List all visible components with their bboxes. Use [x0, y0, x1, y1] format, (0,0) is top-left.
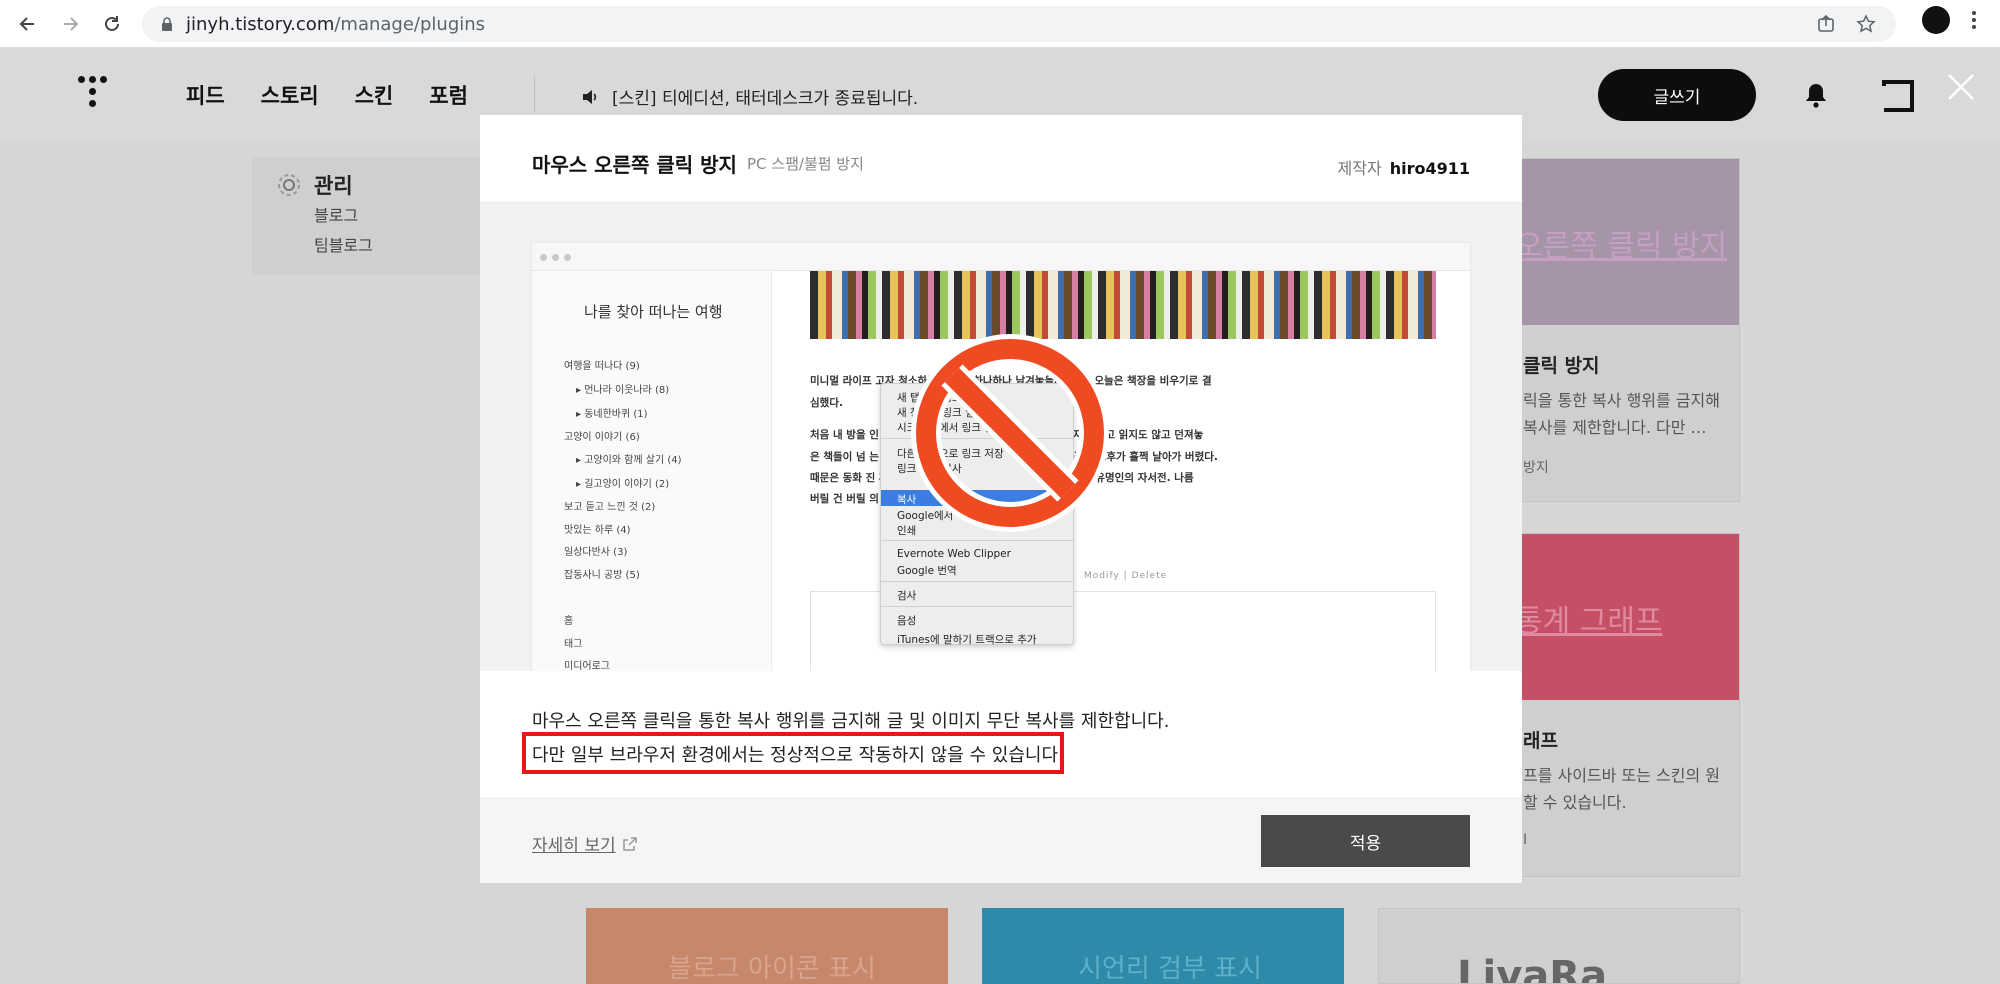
- context-menu-item: Google 번역: [897, 565, 957, 577]
- external-link-icon: [622, 836, 637, 851]
- prohibited-icon: [911, 334, 1109, 532]
- preview-category: ▸ 먼나라 이웃나라 (8): [576, 385, 670, 396]
- preview-window-bar: [532, 243, 1470, 271]
- preview-category: 여행을 떠나다 (9): [564, 361, 640, 372]
- preview-category: ▸ 고양이와 함께 살기 (4): [576, 455, 682, 466]
- context-menu-item: Evernote Web Clipper: [897, 548, 1011, 560]
- card-tag: I: [1523, 832, 1528, 848]
- card-tag: 방지: [1523, 460, 1549, 476]
- address-bar[interactable]: jinyh.tistory.com/manage/plugins: [142, 6, 1896, 42]
- plugin-card-search[interactable]: 시언리 검부 표시: [982, 908, 1344, 984]
- tistory-logo-icon[interactable]: [78, 76, 108, 110]
- preview-books-image: [810, 271, 1436, 339]
- speaker-icon: [583, 89, 597, 104]
- sidebar-item-teamblog[interactable]: 팀블로그: [314, 232, 373, 256]
- write-button[interactable]: 글쓰기: [1598, 69, 1756, 121]
- lock-icon: [162, 17, 172, 31]
- preview-category: 맛있는 하루 (4): [564, 525, 631, 536]
- sidebar-item-blog[interactable]: 블로그: [314, 202, 358, 226]
- manage-sidebar: 관리 블로그 팀블로그: [252, 158, 488, 274]
- star-icon[interactable]: [1856, 14, 1876, 34]
- browser-toolbar: jinyh.tistory.com/manage/plugins: [0, 0, 2000, 48]
- context-menu-item: 음성: [897, 615, 917, 627]
- card-banner-text: 오른쪽 클릭 방지: [1515, 229, 1728, 264]
- plugin-card-livere[interactable]: LivaRa: [1378, 908, 1740, 984]
- preview-link: 미디어로그: [564, 661, 610, 671]
- card-desc-2: 할 수 있습니다.: [1523, 793, 1627, 812]
- maker-name: hiro4911: [1389, 159, 1470, 178]
- preview-link: 홈: [564, 616, 574, 627]
- forward-button[interactable]: [54, 8, 86, 40]
- modal-footer: 자세히 보기 적용: [480, 798, 1522, 883]
- card-banner-text: LivaRa: [1457, 953, 1608, 984]
- plugin-modal: 마우스 오른쪽 클릭 방지 PC 스팸/불펌 방지 제작자 hiro4911 나를…: [480, 115, 1522, 883]
- preview-link: 태그: [564, 639, 583, 650]
- back-button[interactable]: [12, 8, 44, 40]
- nav-skin[interactable]: 스킨: [355, 80, 394, 110]
- context-menu-item: 검사: [897, 590, 917, 602]
- header-divider: [534, 76, 535, 112]
- share-icon[interactable]: [1816, 14, 1836, 34]
- browser-menu-button[interactable]: [1964, 6, 1984, 34]
- plugin-card-blog-icon[interactable]: 블로그 아이콘 표시: [586, 908, 948, 984]
- close-icon[interactable]: [1946, 72, 1976, 102]
- bell-icon[interactable]: [1804, 82, 1828, 108]
- nav-forum[interactable]: 포럼: [429, 80, 468, 110]
- arrow-right-icon: [64, 16, 79, 31]
- reload-button[interactable]: [96, 8, 128, 40]
- frame-icon[interactable]: [1880, 78, 1916, 114]
- modal-header: 마우스 오른쪽 클릭 방지 PC 스팸/불펌 방지 제작자 hiro4911: [480, 115, 1522, 203]
- profile-avatar[interactable]: [1922, 6, 1950, 34]
- more-info-label: 자세히 보기: [532, 836, 616, 856]
- card-desc-2: 복사를 제한합니다. 다만 …: [1523, 418, 1707, 437]
- preview-browser-window: 나를 찾아 떠나는 여행 여행을 떠나다 (9) ▸ 먼나라 이웃나라 (8) …: [532, 243, 1470, 671]
- preview-post-line: 심했다.: [810, 397, 843, 409]
- highlight-box: [522, 732, 1064, 774]
- modal-subtitle: PC 스팸/불펌 방지: [747, 155, 864, 173]
- more-info-link[interactable]: 자세히 보기: [532, 831, 638, 856]
- gear-icon: [278, 174, 300, 196]
- preview-category: 잡동사니 공방 (5): [564, 570, 640, 581]
- arrow-left-icon: [19, 16, 34, 31]
- card-title: 래프: [1523, 730, 1558, 752]
- preview-category: ▸ 길고양이 이야기 (2): [576, 479, 670, 490]
- preview-category: ▸ 동네한바퀴 (1): [576, 409, 648, 420]
- maker-info: 제작자 hiro4911: [1337, 159, 1470, 178]
- card-desc-1: 프를 사이드바 또는 스킨의 원: [1523, 766, 1720, 785]
- preview-modify-delete: Modify | Delete: [1084, 571, 1168, 581]
- modal-title: 마우스 오른쪽 클릭 방지: [532, 153, 737, 177]
- apply-button[interactable]: 적용: [1261, 815, 1470, 867]
- preview-category: 고양이 이야기 (6): [564, 432, 640, 443]
- card-banner-text: 블로그 아이콘 표시: [668, 954, 876, 984]
- card-title: 클릭 방지: [1523, 355, 1600, 377]
- preview-sidebar: 나를 찾아 떠나는 여행 여행을 떠나다 (9) ▸ 먼나라 이웃나라 (8) …: [532, 271, 772, 671]
- card-desc-1: 릭을 통한 복사 행위를 금지해: [1523, 391, 1720, 410]
- nav-feed[interactable]: 피드: [186, 80, 225, 110]
- notice-text: [스킨] 티에디션, 태터데스크가 종료됩니다.: [612, 89, 919, 109]
- nav-story[interactable]: 스토리: [261, 80, 319, 110]
- card-banner-text: 통계 그래프: [1515, 604, 1663, 639]
- manage-title[interactable]: 관리: [276, 170, 353, 200]
- preview-category: 보고 듣고 느낀 것 (2): [564, 502, 656, 513]
- plugin-preview: 나를 찾아 떠나는 여행 여행을 떠나다 (9) ▸ 먼나라 이웃나라 (8) …: [480, 203, 1522, 671]
- url-text: jinyh.tistory.com/manage/plugins: [186, 13, 486, 35]
- card-banner-text: 시언리 검부 표시: [1078, 954, 1262, 984]
- reload-icon: [105, 15, 119, 31]
- context-menu-item: iTunes에 말하기 트랙으로 추가: [897, 634, 1037, 646]
- preview-blog-title: 나를 찾아 떠나는 여행: [584, 303, 723, 321]
- preview-category: 일상다반사 (3): [564, 547, 628, 558]
- notice-banner[interactable]: [스킨] 티에디션, 태터데스크가 종료됩니다.: [580, 84, 918, 109]
